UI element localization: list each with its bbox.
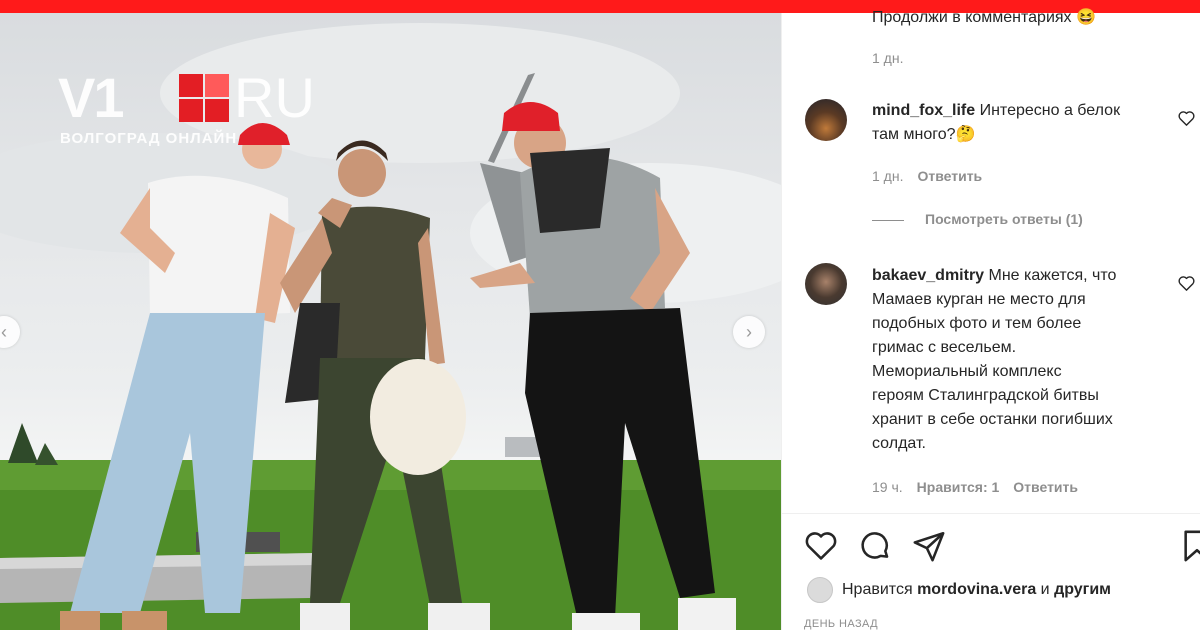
- post-time[interactable]: ДЕНЬ НАЗАД: [804, 618, 878, 630]
- comment-username[interactable]: mind_fox_life: [872, 102, 975, 119]
- comment-body: mind_fox_life Интересно а белок: [872, 99, 1120, 123]
- likes-conjunction: и: [1040, 581, 1050, 598]
- comment-text-line: гримас с весельем.: [872, 339, 1017, 356]
- comment-text-line: солдат.: [872, 435, 926, 452]
- avatar[interactable]: [807, 577, 833, 603]
- likes-prefix: Нравится: [842, 581, 913, 598]
- comment-text-line: Мемориальный комплекс: [872, 363, 1062, 380]
- comment-username[interactable]: bakaev_dmitry: [872, 267, 984, 284]
- next-glyph: ›: [746, 321, 752, 342]
- heart-icon[interactable]: [804, 529, 838, 561]
- comment-text-line: Мне кажется, что: [988, 267, 1117, 284]
- view-replies-button[interactable]: Посмотреть ответы (1): [925, 211, 1083, 227]
- likes-others-link[interactable]: другим: [1054, 581, 1111, 598]
- comment-meta: 19 ч. Нравится: 1 Ответить: [872, 479, 1078, 495]
- comment-text-line: хранит в себе останки погибших: [872, 411, 1113, 428]
- logo-main-text: V1: [58, 66, 124, 129]
- comments-panel[interactable]: Продолжи в комментариях 😆 1 дн. mind_fox…: [781, 9, 1200, 630]
- comment-text-line: Интересно а белок: [979, 102, 1121, 119]
- likes-summary: Нравится mordovina.vera и другим: [842, 579, 1111, 601]
- comment-body: bakaev_dmitry Мне кажется, что: [872, 264, 1116, 288]
- bookmark-icon[interactable]: [1182, 529, 1200, 563]
- like-comment-heart-icon[interactable]: [1178, 275, 1195, 291]
- comment-text-line: героям Сталинградской битвы: [872, 387, 1099, 404]
- comment-meta: 1 дн.: [872, 50, 903, 66]
- chevron-right-icon[interactable]: ›: [733, 316, 765, 348]
- comment-text-line: подобных фото и тем более: [872, 315, 1082, 332]
- replies-divider: [872, 220, 904, 221]
- logo-subtitle: ВОЛГОГРАД ОНЛАЙН: [60, 130, 238, 147]
- reply-button[interactable]: Ответить: [917, 168, 982, 184]
- logo-suffix-text: RU: [234, 66, 315, 129]
- comment-icon[interactable]: [858, 529, 892, 563]
- comment-text-line: там много?🤔: [872, 126, 976, 143]
- comment-text: Продолжи в комментариях 😆: [872, 9, 1096, 26]
- comment-time: 1 дн.: [872, 50, 904, 66]
- likes-user-link[interactable]: mordovina.vera: [917, 581, 1036, 598]
- actions-divider: [782, 513, 1200, 514]
- avatar[interactable]: [805, 99, 847, 141]
- comment-meta: 1 дн. Ответить: [872, 168, 982, 184]
- share-icon[interactable]: [912, 529, 946, 563]
- logo-red-square: [179, 74, 229, 122]
- v1-ru-logo: V1 RU ВОЛГОГРАД ОНЛАЙН: [58, 70, 348, 152]
- comment-time: 1 дн.: [872, 168, 904, 184]
- comment-text-line: Мамаев курган не место для: [872, 291, 1086, 308]
- avatar[interactable]: [805, 263, 847, 305]
- prev-glyph: ‹: [1, 321, 7, 342]
- reply-button[interactable]: Ответить: [1013, 479, 1078, 495]
- like-comment-heart-icon[interactable]: [1178, 110, 1195, 126]
- post-photo[interactable]: V1 RU ВОЛГОГРАД ОНЛАЙН ‹ ›: [0, 13, 781, 630]
- comment-time: 19 ч.: [872, 479, 903, 495]
- comment-likes-count[interactable]: Нравится: 1: [917, 479, 1000, 495]
